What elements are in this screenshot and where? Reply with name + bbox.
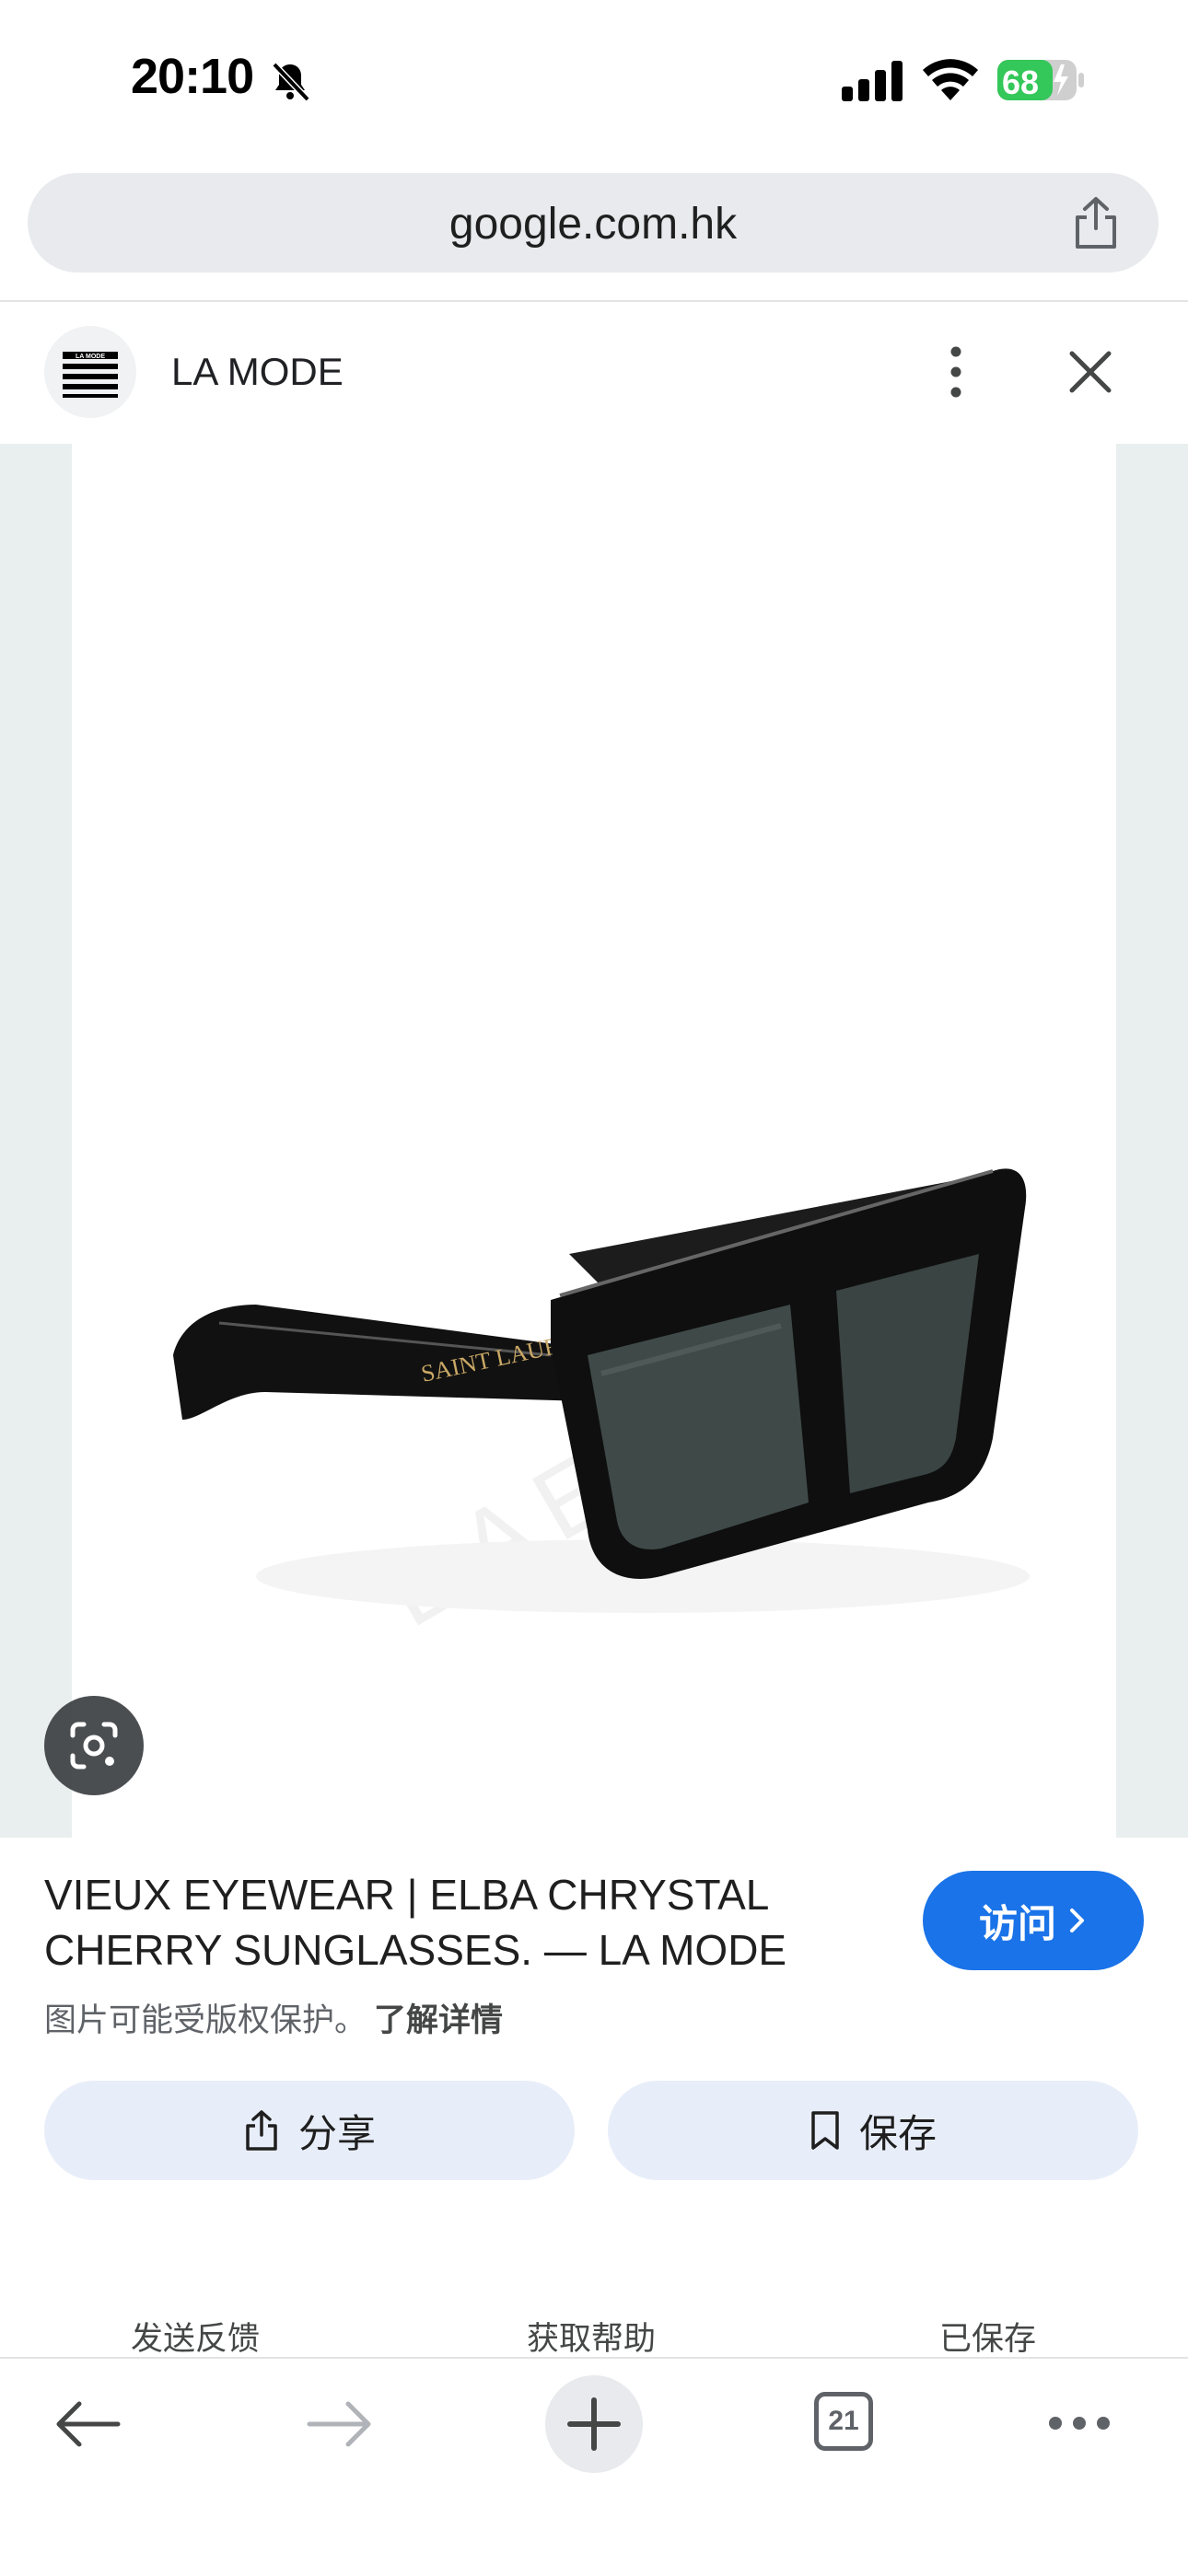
cellular-signal-icon bbox=[842, 61, 903, 101]
forward-arrow-icon[interactable] bbox=[306, 2399, 374, 2449]
source-logo[interactable]: LA MODE bbox=[44, 326, 136, 418]
bell-muted-icon bbox=[272, 62, 310, 102]
result-title-line1[interactable]: VIEUX EYEWEAR | ELBA CHRYSTAL bbox=[44, 1867, 873, 1922]
google-lens-button[interactable] bbox=[44, 1696, 144, 1795]
copyright-text: 图片可能受版权保护。 bbox=[44, 2002, 367, 2038]
close-icon[interactable] bbox=[1065, 346, 1116, 398]
plus-icon bbox=[567, 2397, 621, 2451]
share-label: 分享 bbox=[297, 2111, 376, 2155]
save-label: 保存 bbox=[858, 2111, 937, 2155]
back-arrow-icon[interactable] bbox=[53, 2399, 122, 2449]
learn-more-link[interactable]: 了解详情 bbox=[374, 2002, 503, 2038]
url-bar[interactable]: google.com.hk bbox=[28, 173, 1159, 273]
wifi-icon bbox=[923, 59, 978, 100]
share-button[interactable]: 分享 bbox=[44, 2081, 575, 2180]
more-vert-icon[interactable] bbox=[936, 339, 976, 405]
bottom-toolbar: 21 bbox=[0, 2357, 1188, 2576]
help-link[interactable]: 获取帮助 bbox=[527, 2313, 656, 2360]
source-name[interactable]: LA MODE bbox=[171, 350, 344, 394]
battery-indicator: 68 bbox=[996, 59, 1085, 101]
battery-percent: 68 bbox=[1002, 64, 1040, 101]
chevron-right-icon bbox=[1070, 1909, 1084, 1932]
svg-text:LA MODE: LA MODE bbox=[76, 354, 105, 360]
lens-icon bbox=[70, 1722, 118, 1770]
share-icon bbox=[246, 2110, 277, 2151]
new-tab-button[interactable] bbox=[545, 2375, 643, 2473]
product-image[interactable]: BAEIIAEGI SAINT LAURENT bbox=[72, 444, 1116, 1838]
saved-link[interactable]: 已保存 bbox=[939, 2313, 1036, 2360]
feedback-link[interactable]: 发送反馈 bbox=[131, 2313, 260, 2360]
source-header: LA MODE LA MODE bbox=[0, 302, 1188, 444]
status-time: 20:10 bbox=[131, 49, 254, 104]
bookmark-icon bbox=[811, 2111, 839, 2150]
url-text[interactable]: google.com.hk bbox=[28, 199, 1159, 249]
result-title[interactable]: VIEUX EYEWEAR | ELBA CHRYSTAL CHERRY SUN… bbox=[44, 1867, 873, 1978]
status-bar: 20:10 68 bbox=[0, 0, 1188, 161]
tab-switcher-button[interactable]: 21 bbox=[814, 2392, 873, 2451]
more-horiz-icon[interactable] bbox=[1046, 2412, 1112, 2434]
image-viewer: BAEIIAEGI SAINT LAURENT bbox=[0, 444, 1188, 1838]
visit-label: 访问 bbox=[978, 1901, 1056, 1945]
copyright-notice: 图片可能受版权保护。 了解详情 bbox=[44, 1994, 503, 2041]
visit-button[interactable]: 访问 bbox=[923, 1871, 1144, 1970]
result-title-line2[interactable]: CHERRY SUNGLASSES. — LA MODE bbox=[44, 1922, 873, 1978]
share-icon[interactable] bbox=[1070, 195, 1122, 250]
save-button[interactable]: 保存 bbox=[608, 2081, 1138, 2180]
